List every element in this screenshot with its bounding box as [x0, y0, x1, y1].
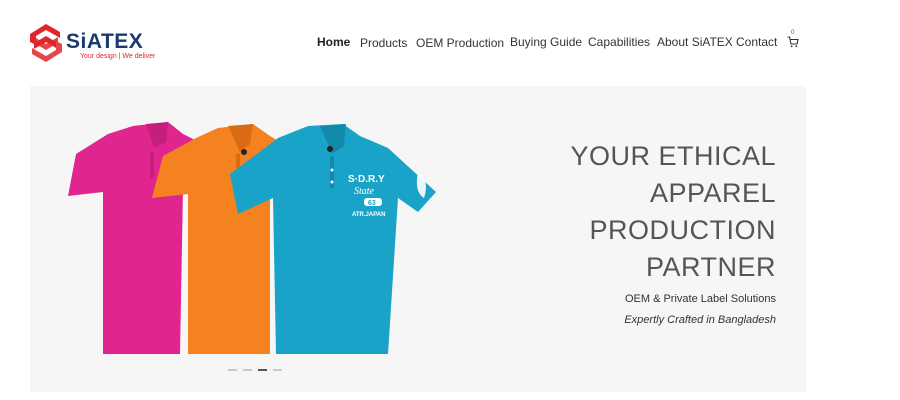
headline-line-2: APPAREL [649, 178, 776, 208]
headline-line-3: PRODUCTION [589, 215, 776, 245]
hero-subtitle: OEM & Private Label Solutions [624, 293, 776, 305]
cart-button[interactable]: 0 [787, 30, 801, 48]
logo-tagline: Your design | We deliver [80, 53, 156, 60]
nav-capabilities[interactable]: Capabilities [588, 35, 650, 49]
print-text-atr: ATR.JAPAN [352, 212, 385, 218]
cart-icon [787, 36, 799, 48]
logo-mark-icon [30, 24, 62, 62]
nav-buying-guide[interactable]: Buying Guide [510, 35, 582, 49]
logo-wordmark: SiATEX [66, 30, 144, 53]
slider-dot-1[interactable] [228, 369, 237, 371]
slider-dot-4[interactable] [273, 369, 282, 371]
nav-contact[interactable]: Contact [736, 35, 777, 49]
print-text-number: 63 [368, 200, 376, 207]
nav-home[interactable]: Home [317, 35, 350, 49]
slider-dot-2[interactable] [243, 369, 252, 371]
slider-dot-3[interactable] [258, 369, 267, 371]
print-text-state: State [354, 186, 375, 197]
slider-dots [228, 369, 282, 371]
nav-products[interactable]: Products [360, 36, 407, 50]
headline-line-1: YOUR ETHICAL [570, 141, 776, 171]
hero-tagline: Expertly Crafted in Bangladesh [624, 314, 776, 326]
site-header: SiATEX Your design | We deliver Home Pro… [0, 0, 900, 80]
siatex-logo[interactable]: SiATEX Your design | We deliver [28, 22, 158, 64]
polo-shirts-image: S·D.R.Y State 63 ATR.JAPAN [68, 122, 436, 354]
hero-slider: S·D.R.Y State 63 ATR.JAPAN YOUR ETHICAL … [30, 86, 806, 392]
headline-line-4: PARTNER [645, 252, 776, 282]
nav-oem-production[interactable]: OEM Production [416, 36, 504, 50]
print-text-sdry: S·D.R.Y [348, 174, 385, 185]
nav-about[interactable]: About SiATEX [657, 35, 733, 49]
hero-headline: YOUR ETHICAL APPAREL PRODUCTION PARTNER [570, 138, 776, 286]
